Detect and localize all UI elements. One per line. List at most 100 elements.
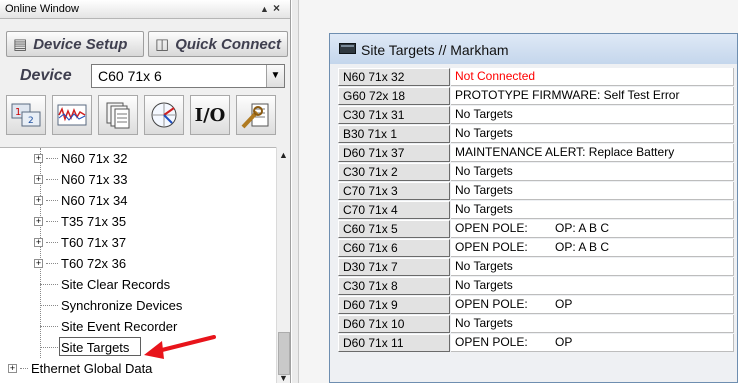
pin-icon[interactable]: ▲ xyxy=(260,4,269,14)
target-status-text: No Targets xyxy=(455,183,513,197)
target-status-detail: OP: A B C xyxy=(555,221,610,235)
close-icon[interactable]: × xyxy=(273,1,280,15)
quick-connect-button[interactable]: ◫ Quick Connect xyxy=(148,31,288,57)
window-icon xyxy=(339,43,356,54)
settings-button[interactable] xyxy=(236,95,276,135)
tree-item-device[interactable]: + T60 71x 37 xyxy=(34,232,126,252)
io-icon: I/O xyxy=(194,104,226,126)
target-status-text: No Targets xyxy=(455,126,513,140)
scroll-thumb[interactable] xyxy=(278,332,290,375)
tree-item-device[interactable]: + T35 71x 35 xyxy=(34,211,126,231)
expand-icon[interactable]: + xyxy=(34,174,43,184)
target-status-text: No Targets xyxy=(455,164,513,178)
records-button[interactable] xyxy=(98,95,138,135)
panel-titlebar: Online Window ▲ × xyxy=(0,0,290,19)
metering-button[interactable] xyxy=(144,95,184,135)
tree-connector xyxy=(46,199,58,201)
target-device-cell: C70 71x 3 xyxy=(338,182,450,200)
settings-icon xyxy=(241,103,269,129)
target-status-cell: No Targets xyxy=(451,182,734,200)
target-status-text: No Targets xyxy=(455,259,513,273)
target-status-text: No Targets xyxy=(455,278,513,292)
target-device-cell: D30 71x 7 xyxy=(338,258,450,276)
device-setup-icon: ▤ xyxy=(13,36,28,53)
target-device-cell: C60 71x 6 xyxy=(338,239,450,257)
target-status-cell: OPEN POLE: OP xyxy=(451,296,734,314)
target-status-cell: OPEN POLE: OP: A B C xyxy=(451,220,734,238)
tree-item-label: T60 72x 36 xyxy=(61,255,127,271)
chevron-down-icon[interactable]: ▼ xyxy=(266,65,284,87)
tree-item-synchronize-devices[interactable]: Synchronize Devices xyxy=(40,295,182,315)
target-status-cell: No Targets xyxy=(451,277,734,295)
tree-scrollbar[interactable]: ▲ ▼ xyxy=(276,147,290,383)
expand-icon[interactable]: + xyxy=(34,153,43,163)
target-status-text: No Targets xyxy=(455,316,513,330)
target-status-text: OPEN POLE: xyxy=(455,297,528,311)
actual-values-button[interactable]: 1 2 xyxy=(6,95,46,135)
tree-item-device[interactable]: + T60 72x 36 xyxy=(34,253,126,273)
tree-item-label: N60 71x 33 xyxy=(61,171,128,187)
target-status-detail: OP: A B C xyxy=(555,240,610,254)
tree-item-device[interactable]: + N60 71x 33 xyxy=(34,169,128,189)
tree-item-label: N60 71x 34 xyxy=(61,192,128,208)
tree-item-label: Site Clear Records xyxy=(61,276,171,292)
waveform-button[interactable] xyxy=(52,95,92,135)
target-device-cell: C30 71x 31 xyxy=(338,106,450,124)
target-status-cell: No Targets xyxy=(451,106,734,124)
device-tree[interactable]: + N60 71x 32 + N60 71x 33 + N60 71x 34 +… xyxy=(0,147,276,383)
tree-connector xyxy=(40,346,58,348)
tree-connector xyxy=(46,241,58,243)
target-device-cell: D60 71x 9 xyxy=(338,296,450,314)
site-window-titlebar: Site Targets // Markham xyxy=(330,34,737,64)
target-device-cell: C60 71x 5 xyxy=(338,220,450,238)
target-status-cell: PROTOTYPE FIRMWARE: Self Test Error xyxy=(451,87,734,105)
target-status-cell: Not Connected xyxy=(451,68,734,86)
tree-connector xyxy=(46,157,58,159)
tree-item-device[interactable]: + N60 71x 32 xyxy=(34,148,128,168)
tree-item-label: Site Targets xyxy=(61,339,130,355)
target-status-text: OPEN POLE: xyxy=(455,240,528,254)
target-status-text: MAINTENANCE ALERT: Replace Battery xyxy=(455,145,675,159)
expand-icon[interactable]: + xyxy=(8,363,17,373)
quick-connect-label: Quick Connect xyxy=(175,35,282,53)
tree-item-site-targets[interactable]: Site Targets xyxy=(40,337,129,357)
io-button[interactable]: I/O xyxy=(190,95,230,135)
expand-icon[interactable]: + xyxy=(34,216,43,226)
scroll-up-icon[interactable]: ▲ xyxy=(279,150,288,160)
target-device-cell: C70 71x 4 xyxy=(338,201,450,219)
tree-connector xyxy=(40,304,58,306)
annotation-arrow-icon xyxy=(144,335,216,359)
tree-item-ethernet-global-data[interactable]: + Ethernet Global Data xyxy=(8,358,152,378)
tree-item-device[interactable]: + N60 71x 34 xyxy=(34,190,128,210)
expand-icon[interactable]: + xyxy=(34,237,43,247)
svg-text:1: 1 xyxy=(15,107,21,118)
tree-item-site-clear-records[interactable]: Site Clear Records xyxy=(40,274,170,294)
expand-icon[interactable]: + xyxy=(34,258,43,268)
quick-connect-icon: ◫ xyxy=(155,36,170,53)
svg-text:2: 2 xyxy=(28,116,34,126)
target-status-text: OPEN POLE: xyxy=(455,335,528,349)
waveform-icon xyxy=(57,104,87,126)
tree-connector xyxy=(46,178,58,180)
target-status-detail: OP xyxy=(555,297,573,311)
expand-icon[interactable]: + xyxy=(34,195,43,205)
target-status-text: No Targets xyxy=(455,107,513,121)
device-setup-button[interactable]: ▤ Device Setup xyxy=(6,31,144,57)
target-status-cell: No Targets xyxy=(451,163,734,181)
target-device-cell: B30 71x 1 xyxy=(338,125,450,143)
target-status-cell: No Targets xyxy=(451,125,734,143)
target-status-detail: OP xyxy=(555,335,573,349)
target-status-cell: No Targets xyxy=(451,258,734,276)
metering-icon xyxy=(151,102,177,128)
scroll-down-icon[interactable]: ▼ xyxy=(279,373,288,383)
tree-item-label: N60 71x 32 xyxy=(61,150,128,166)
tree-item-label: T60 71x 37 xyxy=(61,234,127,250)
target-device-cell: G60 72x 18 xyxy=(338,87,450,105)
tree-item-label: Ethernet Global Data xyxy=(31,360,153,376)
splitter[interactable] xyxy=(292,0,299,383)
device-select[interactable]: C60 71x 6 ▼ xyxy=(91,64,285,88)
tree-connector xyxy=(20,367,28,369)
tree-connector xyxy=(40,283,58,285)
target-device-cell: C30 71x 2 xyxy=(338,163,450,181)
target-status-text: OPEN POLE: xyxy=(455,221,528,235)
